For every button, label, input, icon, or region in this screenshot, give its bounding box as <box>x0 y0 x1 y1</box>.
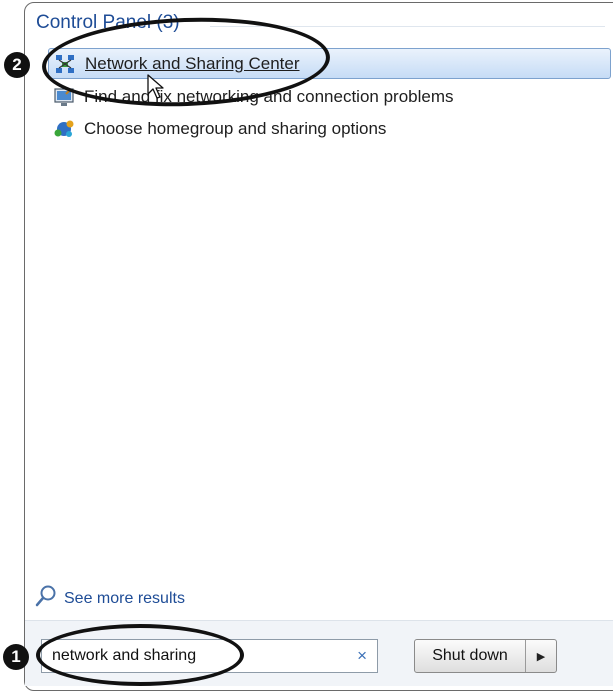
see-more-label: See more results <box>64 589 185 607</box>
callout-badge-1: 1 <box>3 644 29 670</box>
callout-ring-1 <box>36 624 244 686</box>
homegroup-icon <box>52 117 76 141</box>
result-homegroup-sharing[interactable]: Choose homegroup and sharing options <box>48 113 611 144</box>
shut-down-button[interactable]: Shut down <box>415 640 526 672</box>
shutdown-button-group: Shut down ▶ <box>414 639 557 673</box>
shutdown-options-arrow-icon[interactable]: ▶ <box>526 640 556 672</box>
magnifier-icon <box>34 584 58 613</box>
see-more-results-link[interactable]: See more results <box>34 584 185 613</box>
clear-search-icon[interactable]: × <box>357 646 367 666</box>
callout-badge-2: 2 <box>4 52 30 78</box>
result-label: Choose homegroup and sharing options <box>84 118 387 138</box>
